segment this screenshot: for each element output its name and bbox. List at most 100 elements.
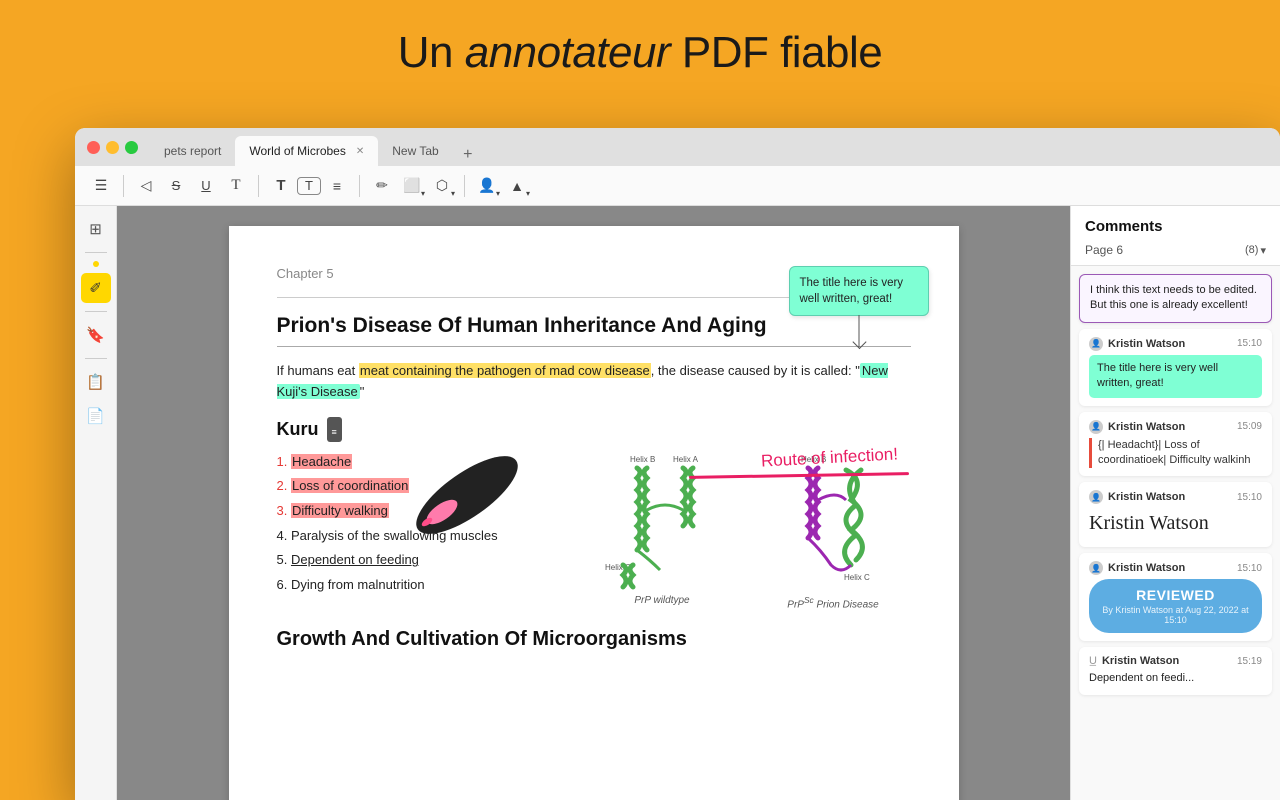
callout-text: The title here is very well written, gre…: [800, 277, 904, 305]
underline-icon: U̲: [1089, 655, 1097, 667]
close-button[interactable]: [87, 141, 100, 154]
comment-signature-4: Kristin Watson: [1089, 508, 1262, 539]
app-window: pets report World of Microbes ✕ New Tab …: [75, 128, 1280, 800]
svg-text:Helix B: Helix B: [630, 455, 655, 464]
comment-card-6[interactable]: U̲ Kristin Watson 15:19 Dependent on fee…: [1079, 647, 1272, 694]
comment-card-2[interactable]: 👤 Kristin Watson 15:10 The title here is…: [1079, 329, 1272, 406]
maximize-button[interactable]: [125, 141, 138, 154]
comment-card-5[interactable]: 👤 Kristin Watson 15:10 REVIEWED By Krist…: [1079, 553, 1272, 641]
kuru-heading: Kuru ≡: [277, 417, 911, 442]
sidebar-icon-signatures[interactable]: 📄: [81, 401, 111, 431]
page-badge[interactable]: (8) ▾: [1245, 244, 1266, 257]
prp-wildtype: Helix B Helix A: [585, 450, 740, 606]
svg-text:Helix C: Helix C: [844, 573, 870, 582]
stamp-tool[interactable]: ▲: [503, 172, 531, 200]
sidebar-icon-thumbnails[interactable]: ⊞: [81, 214, 111, 244]
comments-title: Comments: [1085, 218, 1266, 235]
list-tool[interactable]: ≡: [323, 172, 351, 200]
comment-user-row-4: 👤 Kristin Watson 15:10: [1089, 490, 1262, 504]
tab-bar: pets report World of Microbes ✕ New Tab …: [150, 128, 479, 166]
list-item-2: 2. Loss of coordination: [277, 474, 569, 499]
section-title-growth: Growth And Cultivation Of Microorganisms: [277, 628, 911, 651]
select-tool[interactable]: ☰: [87, 172, 115, 200]
toolbar-separator: [123, 175, 124, 197]
comment-username-6: Kristin Watson: [1102, 655, 1179, 667]
banner-post: PDF fiable: [670, 28, 882, 77]
minimize-button[interactable]: [106, 141, 119, 154]
section-divider: [277, 346, 911, 347]
tab-new-tab[interactable]: New Tab: [378, 136, 452, 166]
prp-prion-label: PrPSc Prion Disease: [756, 595, 911, 610]
list-item-1: 1. Headache: [277, 450, 569, 475]
toolbar-separator-4: [464, 175, 465, 197]
comment-time-3: 15:09: [1237, 421, 1262, 432]
comment-username-3: Kristin Watson: [1108, 421, 1185, 433]
banner: Un annotateur PDF fiable: [0, 0, 1280, 98]
banner-italic: annotateur: [465, 28, 670, 77]
toolbar-separator-2: [258, 175, 259, 197]
new-tab-button[interactable]: +: [457, 144, 479, 166]
content-area: ⊞ ✐ 🔖 📋 📄 The title here is very well wr…: [75, 206, 1280, 800]
comment-user-row-2: 👤 Kristin Watson 15:10: [1089, 337, 1262, 351]
strikethrough-tool[interactable]: S: [162, 172, 190, 200]
left-sidebar: ⊞ ✐ 🔖 📋 📄: [75, 206, 117, 800]
sidebar-icon-pages[interactable]: 📋: [81, 367, 111, 397]
svg-text:Helix A: Helix A: [673, 455, 699, 464]
comment-icon-kuru[interactable]: ≡: [327, 417, 342, 442]
toolbar-separator-3: [359, 175, 360, 197]
sidebar-separator: [85, 252, 107, 253]
text-tool[interactable]: T: [222, 172, 250, 200]
traffic-lights: [75, 141, 138, 154]
comment-avatar-5: 👤: [1089, 561, 1103, 575]
person-tool[interactable]: 👤: [473, 172, 501, 200]
prp-wildtype-svg: Helix B Helix A: [585, 450, 740, 590]
sidebar-separator-3: [85, 358, 107, 359]
list-item-6: 6. Dying from malnutrition: [277, 573, 569, 598]
sidebar-indicator: [93, 261, 99, 267]
comments-header: Comments Page 6 (8) ▾: [1071, 206, 1280, 266]
sidebar-icon-annotations[interactable]: ✐: [81, 273, 111, 303]
page-label: Page 6: [1085, 243, 1123, 257]
titlebar: pets report World of Microbes ✕ New Tab …: [75, 128, 1280, 166]
comments-panel: Comments Page 6 (8) ▾ I think this text …: [1070, 206, 1280, 800]
comment-avatar-4: 👤: [1089, 490, 1103, 504]
tab-close-icon[interactable]: ✕: [356, 146, 364, 157]
highlight-yellow-text: meat containing the pathogen of mad cow …: [359, 363, 651, 378]
comment-time-4: 15:10: [1237, 492, 1262, 503]
box-text-tool[interactable]: T: [297, 177, 321, 195]
prp-wildtype-label: PrP wildtype: [585, 595, 740, 606]
list-item-3: 3. Difficulty walking: [277, 499, 569, 524]
comment-avatar-2: 👤: [1089, 337, 1103, 351]
kuru-numbered-list: 1. Headache 2. Loss of coordination 3. D…: [277, 450, 569, 598]
comment-card-4[interactable]: 👤 Kristin Watson 15:10 Kristin Watson: [1079, 482, 1272, 547]
pdf-viewer[interactable]: The title here is very well written, gre…: [117, 206, 1070, 800]
comment-username-4: Kristin Watson: [1108, 491, 1185, 503]
banner-pre: Un: [398, 28, 465, 77]
list-with-marker: 1. Headache 2. Loss of coordination 3. D…: [277, 450, 569, 598]
pdf-callout-annotation[interactable]: The title here is very well written, gre…: [789, 266, 929, 316]
sidebar-separator-2: [85, 311, 107, 312]
sidebar-icon-bookmarks[interactable]: 🔖: [81, 320, 111, 350]
comment-text-6: Dependent on feedi...: [1089, 671, 1262, 686]
reviewed-sub: By Kristin Watson at Aug 22, 2022 at 15:…: [1101, 605, 1250, 625]
comment-left-border-3: {| Headacht}| Loss of coordinatioek| Dif…: [1089, 438, 1262, 469]
tab-pets-report[interactable]: pets report: [150, 136, 235, 166]
tab-world-of-microbes[interactable]: World of Microbes ✕: [235, 136, 378, 166]
comment-time-6: 15:19: [1237, 656, 1262, 667]
text-bold-tool[interactable]: T: [267, 172, 295, 200]
toolbar: ☰ ◁ S U T T T ≡ ✏ ⬜ ⬡ 👤 ▲: [75, 166, 1280, 206]
comments-list[interactable]: I think this text needs to be edited. Bu…: [1071, 266, 1280, 800]
shape-tool[interactable]: ⬜: [398, 172, 426, 200]
underline-tool[interactable]: U: [192, 172, 220, 200]
comment-card-1[interactable]: I think this text needs to be edited. Bu…: [1079, 274, 1272, 323]
comment-user-row-5: 👤 Kristin Watson 15:10: [1089, 561, 1262, 575]
comment-card-3[interactable]: 👤 Kristin Watson 15:09 {| Headacht}| Los…: [1079, 412, 1272, 477]
section-title-prion: Prion's Disease Of Human Inheritance And…: [277, 314, 911, 338]
comment-avatar-3: 👤: [1089, 420, 1103, 434]
comment-bubble-2: The title here is very well written, gre…: [1089, 355, 1262, 398]
comment-time-5: 15:10: [1237, 563, 1262, 574]
pen-tool[interactable]: ✏: [368, 172, 396, 200]
list-item-4: 4. Paralysis of the swallowing muscles: [277, 524, 569, 549]
color-tool[interactable]: ⬡: [428, 172, 456, 200]
highlight-tool[interactable]: ◁: [132, 172, 160, 200]
